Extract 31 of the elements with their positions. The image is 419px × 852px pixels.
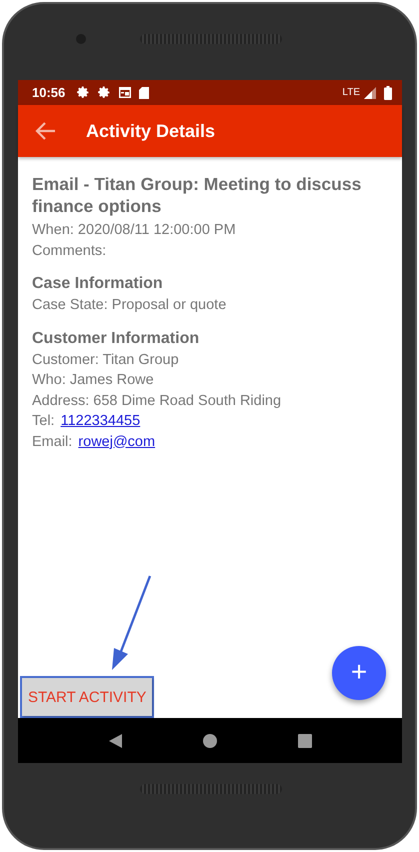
detail-text: When: 2020/08/11 12:00:00 PM (32, 221, 237, 240)
section-heading: Customer Information (32, 330, 200, 348)
window-icon (119, 87, 132, 98)
detail-text: Who: James Rowe (32, 371, 155, 390)
back-nav-button[interactable] (108, 734, 122, 748)
detail-text: Address: 658 Dime Road South Riding (32, 392, 282, 410)
section-heading: Case Information (32, 275, 164, 293)
detail-text: Case State: Proposal or quote (32, 296, 228, 315)
back-arrow-icon (34, 121, 56, 141)
field-label: Email: (32, 434, 72, 450)
detail-text: Customer: Titan Group (32, 350, 180, 370)
status-time: 10:56 (32, 85, 66, 100)
square-icon (298, 734, 312, 748)
activity-title: Email - Titan Group: Meeting to discuss finance options (32, 173, 362, 217)
home-nav-button[interactable] (202, 734, 216, 748)
screen-title: Activity Details (86, 120, 216, 142)
signal-icon (364, 86, 376, 98)
back-triangle-icon (108, 734, 122, 748)
contact-link[interactable]: 1122334455 (60, 413, 140, 429)
contact-link[interactable]: rowej@com (78, 434, 156, 450)
network-label: LTE (342, 87, 360, 98)
settings-icon (77, 86, 90, 99)
field-label: Tel: (32, 413, 55, 429)
home-circle-icon (202, 734, 216, 748)
recents-nav-button[interactable] (298, 734, 312, 748)
battery-icon (384, 86, 392, 100)
add-button[interactable]: + (332, 646, 386, 700)
back-button[interactable] (34, 121, 56, 141)
settings-icon (98, 86, 112, 99)
detail-text: Comments: (32, 242, 108, 260)
sd-card-icon (139, 86, 150, 98)
